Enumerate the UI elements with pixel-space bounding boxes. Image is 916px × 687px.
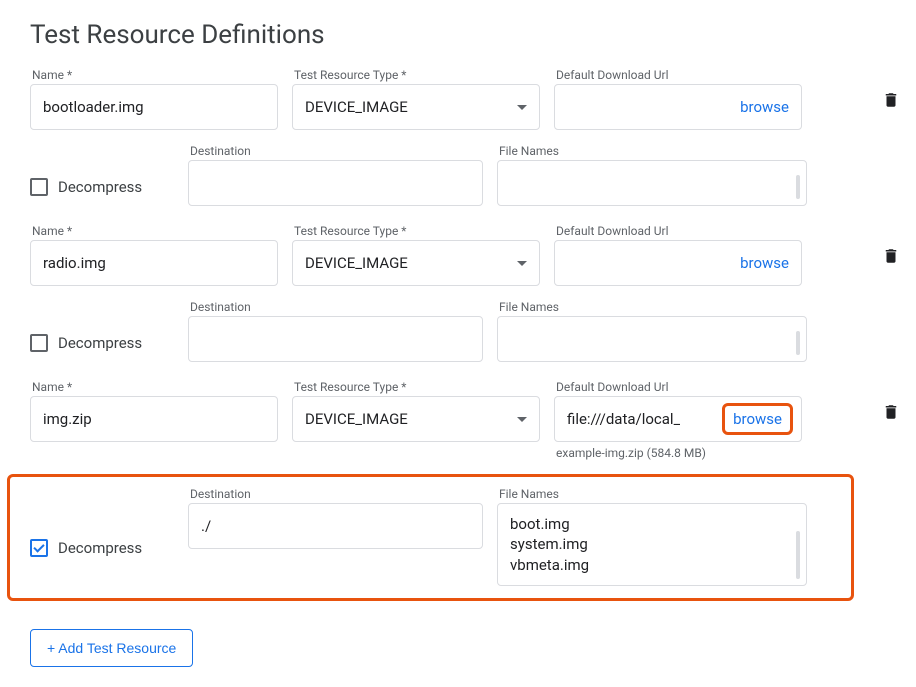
filenames-label: File Names bbox=[497, 487, 807, 501]
filenames-field: File Names bbox=[497, 300, 807, 362]
type-field: Test Resource Type * DEVICE_IMAGE bbox=[292, 380, 540, 442]
url-label: Default Download Url bbox=[554, 224, 802, 238]
decompress-checkbox[interactable] bbox=[30, 539, 48, 557]
decompress-label: Decompress bbox=[58, 178, 142, 196]
decompress-checkbox[interactable] bbox=[30, 178, 48, 196]
trash-icon bbox=[882, 90, 900, 110]
name-field: Name * radio.img bbox=[30, 224, 278, 286]
filenames-field: File Names bbox=[497, 144, 807, 206]
resource-block: Name * img.zip Test Resource Type * DEVI… bbox=[10, 380, 906, 601]
type-select[interactable]: DEVICE_IMAGE bbox=[292, 84, 540, 130]
name-input[interactable]: img.zip bbox=[30, 396, 278, 442]
url-field: Default Download Url browse bbox=[554, 224, 802, 286]
name-label: Name * bbox=[30, 380, 278, 394]
filenames-label: File Names bbox=[497, 144, 807, 158]
type-field: Test Resource Type * DEVICE_IMAGE bbox=[292, 68, 540, 130]
type-label: Test Resource Type * bbox=[292, 68, 540, 82]
destination-label: Destination bbox=[188, 300, 483, 314]
destination-input[interactable] bbox=[188, 316, 483, 362]
url-helper-text: example-img.zip (584.8 MB) bbox=[554, 446, 802, 460]
destination-input[interactable]: ./ bbox=[188, 503, 483, 549]
filenames-input[interactable] bbox=[497, 316, 807, 362]
browse-link[interactable]: browse bbox=[740, 98, 789, 116]
name-field: Name * bootloader.img bbox=[30, 68, 278, 130]
filenames-input[interactable]: boot.img system.img vbmeta.img bbox=[497, 503, 807, 586]
type-field: Test Resource Type * DEVICE_IMAGE bbox=[292, 224, 540, 286]
resource-block: Name * radio.img Test Resource Type * DE… bbox=[10, 224, 906, 362]
url-label: Default Download Url bbox=[554, 380, 802, 394]
chevron-down-icon bbox=[517, 105, 527, 110]
destination-field: Destination ./ bbox=[188, 487, 483, 586]
resize-handle-icon bbox=[796, 531, 800, 579]
chevron-down-icon bbox=[517, 261, 527, 266]
chevron-down-icon bbox=[517, 417, 527, 422]
filenames-field: File Names boot.img system.img vbmeta.im… bbox=[497, 487, 807, 586]
url-field: Default Download Url file:///data/local_… bbox=[554, 380, 802, 460]
filenames-input[interactable] bbox=[497, 160, 807, 206]
decompress-label: Decompress bbox=[58, 539, 142, 557]
destination-input[interactable] bbox=[188, 160, 483, 206]
name-label: Name * bbox=[30, 224, 278, 238]
delete-button[interactable] bbox=[882, 90, 900, 114]
page-title: Test Resource Definitions bbox=[10, 20, 906, 50]
destination-label: Destination bbox=[188, 487, 483, 501]
type-select[interactable]: DEVICE_IMAGE bbox=[292, 396, 540, 442]
name-field: Name * img.zip bbox=[30, 380, 278, 442]
resource-block: Name * bootloader.img Test Resource Type… bbox=[10, 68, 906, 206]
trash-icon bbox=[882, 402, 900, 422]
decompress-label: Decompress bbox=[58, 334, 142, 352]
url-input[interactable]: browse bbox=[554, 240, 802, 286]
delete-button[interactable] bbox=[882, 246, 900, 270]
browse-link[interactable]: browse bbox=[722, 403, 793, 435]
type-select[interactable]: DEVICE_IMAGE bbox=[292, 240, 540, 286]
name-label: Name * bbox=[30, 68, 278, 82]
destination-field: Destination bbox=[188, 144, 483, 206]
name-input[interactable]: radio.img bbox=[30, 240, 278, 286]
add-test-resource-button[interactable]: + Add Test Resource bbox=[30, 629, 193, 667]
filenames-label: File Names bbox=[497, 300, 807, 314]
type-label: Test Resource Type * bbox=[292, 224, 540, 238]
url-input[interactable]: file:///data/local_ browse bbox=[554, 396, 802, 442]
url-label: Default Download Url bbox=[554, 68, 802, 82]
decompress-checkbox[interactable] bbox=[30, 334, 48, 352]
resize-handle-icon bbox=[796, 175, 800, 199]
resize-handle-icon bbox=[796, 331, 800, 355]
delete-button[interactable] bbox=[882, 402, 900, 426]
type-label: Test Resource Type * bbox=[292, 380, 540, 394]
url-input[interactable]: browse bbox=[554, 84, 802, 130]
destination-label: Destination bbox=[188, 144, 483, 158]
browse-link[interactable]: browse bbox=[740, 254, 789, 272]
destination-field: Destination bbox=[188, 300, 483, 362]
trash-icon bbox=[882, 246, 900, 266]
url-field: Default Download Url browse bbox=[554, 68, 802, 130]
name-input[interactable]: bootloader.img bbox=[30, 84, 278, 130]
